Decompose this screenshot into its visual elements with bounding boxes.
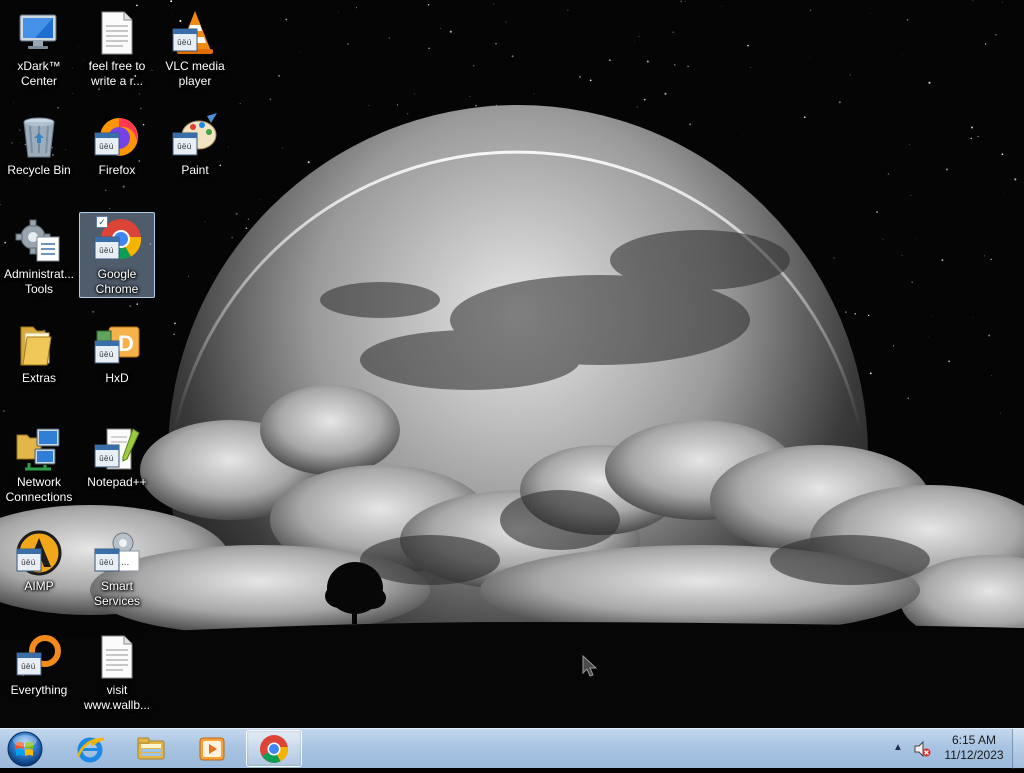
everything-search-icon: ûëú <box>15 633 63 681</box>
desktop-icon-xdark[interactable]: xDark™ Center <box>1 4 77 90</box>
svg-text:ûëú: ûëú <box>177 39 192 48</box>
desktop-icon-feel-free[interactable]: feel free to write a r... <box>79 4 155 90</box>
taskbar-file-explorer-button[interactable] <box>123 730 179 767</box>
desktop-icon-recycle-bin[interactable]: Recycle Bin <box>1 108 77 194</box>
svg-text:ûëú: ûëú <box>99 351 114 360</box>
desktop-icon-label: Notepad++ <box>79 475 155 490</box>
text-document-icon <box>93 633 141 681</box>
desktop-icon-label: Paint <box>157 163 233 178</box>
svg-text:ûëú: ûëú <box>99 559 114 568</box>
taskbar: ▲ 6:15 AM 11/12/2023 <box>0 728 1024 768</box>
desktop-icon-label: visit www.wallb... <box>79 683 155 713</box>
svg-text:ûëú: ûëú <box>177 143 192 152</box>
taskbar-media-player-button[interactable] <box>184 730 240 767</box>
network-icon <box>15 425 63 473</box>
desktop-icon-label: Recycle Bin <box>1 163 77 178</box>
start-button[interactable] <box>5 730 45 768</box>
desktop-icon-label: Administrat... Tools <box>1 267 77 297</box>
desktop-icon-chrome[interactable]: ûëú ✓ Google Chrome <box>79 212 155 298</box>
svg-text:ûëú: ûëú <box>21 559 36 568</box>
monitor-icon <box>15 9 63 57</box>
aimp-icon: ûëú <box>15 529 63 577</box>
gear-document-icon <box>15 217 63 265</box>
taskbar-internet-explorer-button[interactable] <box>62 730 118 767</box>
desktop-icon-label: Network Connections <box>1 475 77 505</box>
svg-text:...: ... <box>121 557 129 568</box>
tray-overflow-arrow[interactable]: ▲ <box>891 741 905 755</box>
selection-checkbox[interactable]: ✓ <box>96 216 108 228</box>
desktop-icon-label: VLC media player <box>157 59 233 89</box>
desktop-icon-smart-services[interactable]: ... ûëú Smart Services <box>79 524 155 610</box>
desktop-icon-visit[interactable]: visit www.wallb... <box>79 628 155 714</box>
system-clock[interactable]: 6:15 AM 11/12/2023 <box>938 733 1010 763</box>
recycle-bin-icon <box>15 113 63 161</box>
chrome-icon <box>258 733 290 765</box>
file-explorer-icon <box>135 733 167 765</box>
show-desktop-button[interactable] <box>1012 729 1024 769</box>
desktop-icon-label: xDark™ Center <box>1 59 77 89</box>
desktop-icon-label: Everything <box>1 683 77 698</box>
desktop-icon-label: AIMP <box>1 579 77 594</box>
svg-text:ûëú: ûëú <box>99 247 114 256</box>
desktop-icon-firefox[interactable]: ûëú Firefox <box>79 108 155 194</box>
hex-editor-icon: Dûëú <box>93 321 141 369</box>
desktop-icon-network[interactable]: Network Connections <box>1 420 77 506</box>
taskbar-chrome-button[interactable] <box>246 730 302 767</box>
paint-palette-icon: ûëú <box>171 113 219 161</box>
svg-text:ûëú: ûëú <box>99 455 114 464</box>
desktop-icon-admin-tools[interactable]: Administrat... Tools <box>1 212 77 298</box>
desktop-icon-label: Firefox <box>79 163 155 178</box>
services-gear-icon: ... ûëú <box>93 529 141 577</box>
desktop-icon-label: HxD <box>79 371 155 386</box>
mouse-cursor-icon <box>582 655 598 679</box>
windows-start-orb-icon <box>5 730 45 768</box>
desktop-icon-everything[interactable]: ûëú Everything <box>1 628 77 714</box>
folder-icon <box>15 321 63 369</box>
clock-date: 11/12/2023 <box>938 748 1010 763</box>
desktop-icon-vlc[interactable]: ûëú VLC media player <box>157 4 233 90</box>
desktop-icon-label: Extras <box>1 371 77 386</box>
internet-explorer-icon <box>74 733 106 765</box>
desktop-icon-notepadpp[interactable]: ûëú Notepad++ <box>79 420 155 506</box>
desktop-icon-label: Smart Services <box>79 579 155 609</box>
vlc-cone-icon: ûëú <box>171 9 219 57</box>
media-player-icon <box>196 733 228 765</box>
firefox-icon: ûëú <box>93 113 141 161</box>
desktop-icon-paint[interactable]: ûëú Paint <box>157 108 233 194</box>
clock-time: 6:15 AM <box>938 733 1010 748</box>
svg-text:ûëú: ûëú <box>99 143 114 152</box>
desktop-icon-label: feel free to write a r... <box>79 59 155 89</box>
notepad-plus-plus-icon: ûëú <box>93 425 141 473</box>
svg-text:ûëú: ûëú <box>21 663 36 672</box>
text-document-icon <box>93 9 141 57</box>
desktop-icon-hxd[interactable]: Dûëú HxD <box>79 316 155 402</box>
volume-muted-icon[interactable] <box>913 740 931 758</box>
desktop-icon-label: Google Chrome <box>79 267 155 297</box>
desktop-icon-extras[interactable]: Extras <box>1 316 77 402</box>
svg-text:D: D <box>118 331 134 356</box>
desktop-icon-aimp[interactable]: ûëú AIMP <box>1 524 77 610</box>
